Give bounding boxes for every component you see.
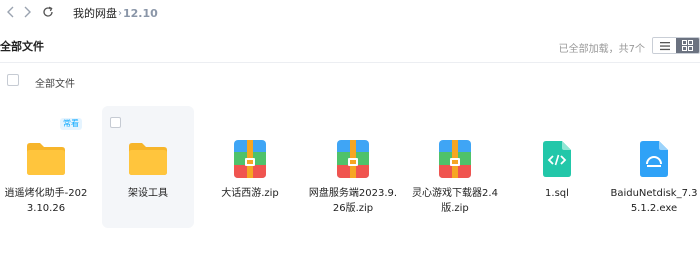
breadcrumb-root[interactable]: 我的网盘 — [73, 7, 117, 20]
top-bar: 我的网盘 › 12.10 — [0, 0, 700, 28]
file-item[interactable]: 常看 逍遥烤化助手-2023.10.26 — [0, 106, 92, 228]
file-item[interactable]: 灵心游戏下载器2.4版.zip — [409, 106, 501, 228]
folder-icon — [24, 139, 68, 179]
file-name: 逍遥烤化助手-2023.10.26 — [4, 188, 88, 214]
back-button[interactable] — [3, 4, 19, 20]
file-name: 大话西游.zip — [221, 188, 279, 199]
refresh-icon — [43, 6, 53, 17]
file-name: 架设工具 — [128, 188, 168, 199]
breadcrumb-separator: › — [118, 8, 122, 19]
file-item[interactable]: 大话西游.zip — [204, 106, 296, 228]
file-name: 1.sql — [545, 188, 569, 199]
page-title: 全部文件 — [0, 40, 44, 53]
select-all-label: 全部文件 — [35, 79, 75, 90]
grid-view-icon — [682, 40, 693, 51]
frequent-badge: 常看 — [60, 118, 82, 130]
chevron-left-icon — [7, 6, 14, 18]
list-view-button[interactable] — [653, 38, 676, 53]
breadcrumb: 我的网盘 › 12.10 — [73, 7, 158, 20]
chevron-right-icon — [24, 6, 31, 18]
forward-button[interactable] — [19, 4, 35, 20]
list-view-icon — [659, 41, 670, 50]
code-file-icon — [535, 139, 579, 179]
file-item[interactable]: 网盘服务端2023.9.26版.zip — [307, 106, 399, 228]
zip-archive-icon — [228, 139, 272, 179]
refresh-button[interactable] — [40, 4, 56, 20]
item-checkbox[interactable] — [110, 117, 121, 128]
file-name: 灵心游戏下载器2.4版.zip — [412, 188, 498, 214]
grid-view-button[interactable] — [676, 38, 699, 53]
breadcrumb-current: 12.10 — [123, 7, 158, 20]
load-status-text: 已全部加载，共7个 — [558, 44, 645, 55]
folder-icon — [126, 139, 170, 179]
exe-file-icon — [632, 139, 676, 179]
select-all-checkbox[interactable] — [7, 74, 19, 86]
zip-archive-icon — [433, 139, 477, 179]
zip-archive-icon — [331, 139, 375, 179]
file-item[interactable]: BaiduNetdisk_7.35.1.2.exe — [608, 106, 700, 228]
file-name: 网盘服务端2023.9.26版.zip — [308, 188, 398, 214]
file-item[interactable]: 1.sql — [511, 106, 603, 228]
file-name: BaiduNetdisk_7.35.1.2.exe — [610, 188, 698, 214]
header-divider — [0, 62, 700, 63]
view-toggle — [652, 37, 700, 54]
file-item[interactable]: 架设工具 — [102, 106, 194, 228]
